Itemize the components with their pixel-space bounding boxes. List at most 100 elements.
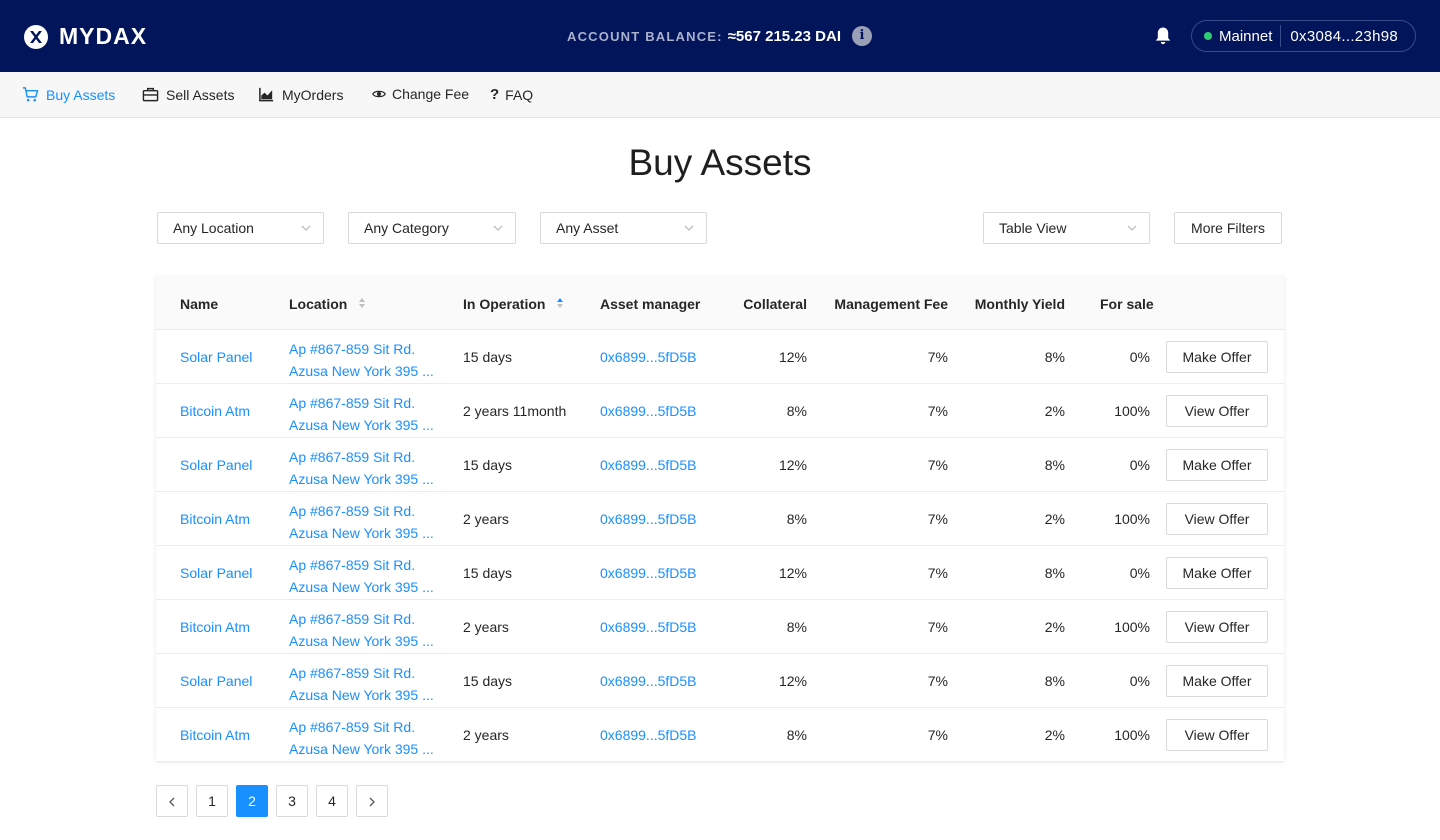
nav-faq[interactable]: ? FAQ [490,86,533,103]
asset-name-link[interactable]: Bitcoin Atm [180,403,250,419]
pagination-page-1[interactable]: 1 [196,785,228,817]
offer-button[interactable]: View Offer [1166,719,1268,751]
nav-buy-assets[interactable]: Buy Assets [22,86,115,103]
offer-button[interactable]: View Offer [1166,395,1268,427]
assets-table: Name Location In Operation Asset manager… [156,276,1284,762]
offer-button[interactable]: View Offer [1166,503,1268,535]
collateral-value: 12% [778,349,807,365]
nav-my-orders[interactable]: MyOrders [258,86,343,103]
asset-location-link[interactable]: Ap #867-859 Sit Rd. Azusa New York 395 ..… [289,338,434,382]
column-header-label: In Operation [463,296,546,312]
for-sale-value: 100% [1114,727,1150,743]
brand-logo[interactable]: MYDAX [24,23,147,50]
asset-location-link[interactable]: Ap #867-859 Sit Rd. Azusa New York 395 ..… [289,392,434,436]
table-row: Bitcoin Atm Ap #867-859 Sit Rd. Azusa New … [156,708,1284,762]
monthly-yield-value: 8% [1044,349,1065,365]
column-header-for-sale[interactable]: For sale [1100,296,1154,312]
asset-name-link[interactable]: Bitcoin Atm [180,619,250,635]
asset-manager-link[interactable]: 0x6899...5fD5B [600,403,697,419]
monthly-yield-value: 2% [1044,727,1065,743]
column-header-name[interactable]: Name [180,296,218,312]
asset-location-link[interactable]: Ap #867-859 Sit Rd. Azusa New York 395 ..… [289,662,434,706]
monthly-yield-value: 8% [1044,457,1065,473]
divider [1280,25,1282,47]
asset-name-link[interactable]: Bitcoin Atm [180,727,250,743]
column-header-location[interactable]: Location [289,296,366,312]
brand-name: MYDAX [59,23,148,49]
asset-name-link[interactable]: Solar Panel [180,565,252,581]
info-icon[interactable]: i [852,26,872,46]
asset-location-link[interactable]: Ap #867-859 Sit Rd. Azusa New York 395 ..… [289,554,434,598]
collateral-value: 12% [778,457,807,473]
asset-location-link[interactable]: Ap #867-859 Sit Rd. Azusa New York 395 ..… [289,608,434,652]
location-line-2: Azusa New York 395 ... [289,687,434,703]
column-header-asset-manager[interactable]: Asset manager [600,296,700,312]
column-header-in-operation[interactable]: In Operation [463,296,564,312]
asset-select-value: Any Asset [556,220,619,236]
asset-select[interactable]: Any Asset [540,212,707,244]
eye-icon [372,90,386,98]
pagination-page-2[interactable]: 2 [236,785,268,817]
asset-manager-link[interactable]: 0x6899...5fD5B [600,565,697,581]
location-line-1: Ap #867-859 Sit Rd. [289,719,416,735]
view-select[interactable]: Table View [983,212,1150,244]
management-fee-value: 7% [927,673,948,689]
management-fee-value: 7% [927,511,948,527]
column-header-management-fee[interactable]: Management Fee [834,296,948,312]
view-select-value: Table View [999,220,1067,236]
chevron-down-icon [493,225,503,231]
offer-button[interactable]: Make Offer [1166,665,1268,697]
in-operation-value: 2 years [463,511,509,527]
management-fee-value: 7% [927,565,948,581]
bell-icon[interactable] [1153,26,1173,46]
location-line-2: Azusa New York 395 ... [289,633,434,649]
management-fee-value: 7% [927,727,948,743]
collateral-value: 12% [778,673,807,689]
location-line-2: Azusa New York 395 ... [289,525,434,541]
asset-manager-link[interactable]: 0x6899...5fD5B [600,619,697,635]
sort-icon[interactable] [358,297,366,309]
asset-location-link[interactable]: Ap #867-859 Sit Rd. Azusa New York 395 ..… [289,716,434,760]
chevron-left-icon [169,797,175,807]
asset-name-link[interactable]: Bitcoin Atm [180,511,250,527]
network-wallet-box[interactable]: Mainnet 0x3084...23h98 [1191,20,1416,52]
location-line-1: Ap #867-859 Sit Rd. [289,341,416,357]
table-row: Bitcoin Atm Ap #867-859 Sit Rd. Azusa New … [156,492,1284,546]
category-select[interactable]: Any Category [348,212,516,244]
nav-label: MyOrders [282,86,344,103]
offer-button[interactable]: Make Offer [1166,557,1268,589]
asset-name-link[interactable]: Solar Panel [180,349,252,365]
page-title: Buy Assets [628,142,812,183]
offer-button[interactable]: Make Offer [1166,341,1268,373]
nav-change-fee[interactable]: Change Fee [372,86,469,102]
pagination-prev[interactable] [156,785,188,817]
location-select[interactable]: Any Location [157,212,324,244]
offer-button[interactable]: View Offer [1166,611,1268,643]
chart-icon [259,87,274,102]
asset-location-link[interactable]: Ap #867-859 Sit Rd. Azusa New York 395 ..… [289,500,434,544]
asset-manager-link[interactable]: 0x6899...5fD5B [600,349,697,365]
column-header-monthly-yield[interactable]: Monthly Yield [975,296,1065,312]
pagination-page-3[interactable]: 3 [276,785,308,817]
category-select-value: Any Category [364,220,449,236]
sort-ascending-icon[interactable] [556,297,564,309]
in-operation-value: 2 years 11month [463,403,567,419]
chevron-right-icon [369,797,375,807]
pagination-page-4[interactable]: 4 [316,785,348,817]
asset-manager-link[interactable]: 0x6899...5fD5B [600,511,697,527]
column-header-collateral[interactable]: Collateral [743,296,807,312]
nav-sell-assets[interactable]: Sell Assets [142,86,234,103]
nav-label: FAQ [505,86,534,103]
asset-manager-link[interactable]: 0x6899...5fD5B [600,673,697,689]
more-filters-button[interactable]: More Filters [1174,212,1282,244]
chevron-down-icon [684,225,694,231]
asset-location-link[interactable]: Ap #867-859 Sit Rd. Azusa New York 395 ..… [289,446,434,490]
asset-name-link[interactable]: Solar Panel [180,673,252,689]
asset-name-link[interactable]: Solar Panel [180,457,252,473]
pagination-next[interactable] [356,785,388,817]
table-header: Name Location In Operation Asset manager… [156,276,1284,330]
asset-manager-link[interactable]: 0x6899...5fD5B [600,457,697,473]
asset-manager-link[interactable]: 0x6899...5fD5B [600,727,697,743]
in-operation-value: 2 years [463,619,509,635]
offer-button[interactable]: Make Offer [1166,449,1268,481]
